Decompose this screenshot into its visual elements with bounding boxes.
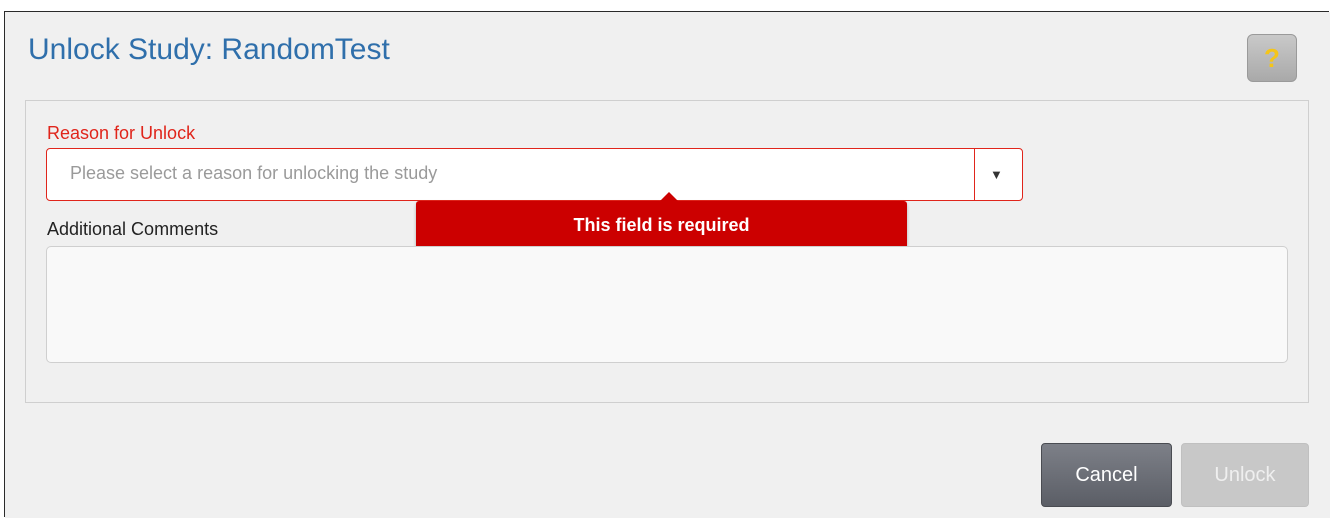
validation-message: This field is required: [573, 215, 750, 235]
select-divider: [974, 149, 975, 200]
reason-for-unlock-label: Reason for Unlock: [47, 123, 196, 143]
chevron-down-icon[interactable]: ▼: [990, 167, 1003, 182]
help-button[interactable]: ?: [1247, 34, 1297, 82]
tooltip-arrow: [660, 192, 678, 201]
additional-comments-label: Additional Comments: [47, 219, 219, 239]
question-mark-icon: ?: [1264, 42, 1280, 73]
unlock-button[interactable]: Unlock: [1181, 443, 1309, 507]
dialog-title: Unlock Study: RandomTest: [28, 33, 390, 66]
reason-select[interactable]: Please select a reason for unlocking the…: [46, 148, 1023, 201]
cancel-button[interactable]: Cancel: [1041, 443, 1172, 507]
validation-tooltip: This field is required: [416, 192, 907, 250]
additional-comments-field[interactable]: [46, 246, 1288, 363]
reason-select-placeholder: Please select a reason for unlocking the…: [70, 163, 438, 183]
